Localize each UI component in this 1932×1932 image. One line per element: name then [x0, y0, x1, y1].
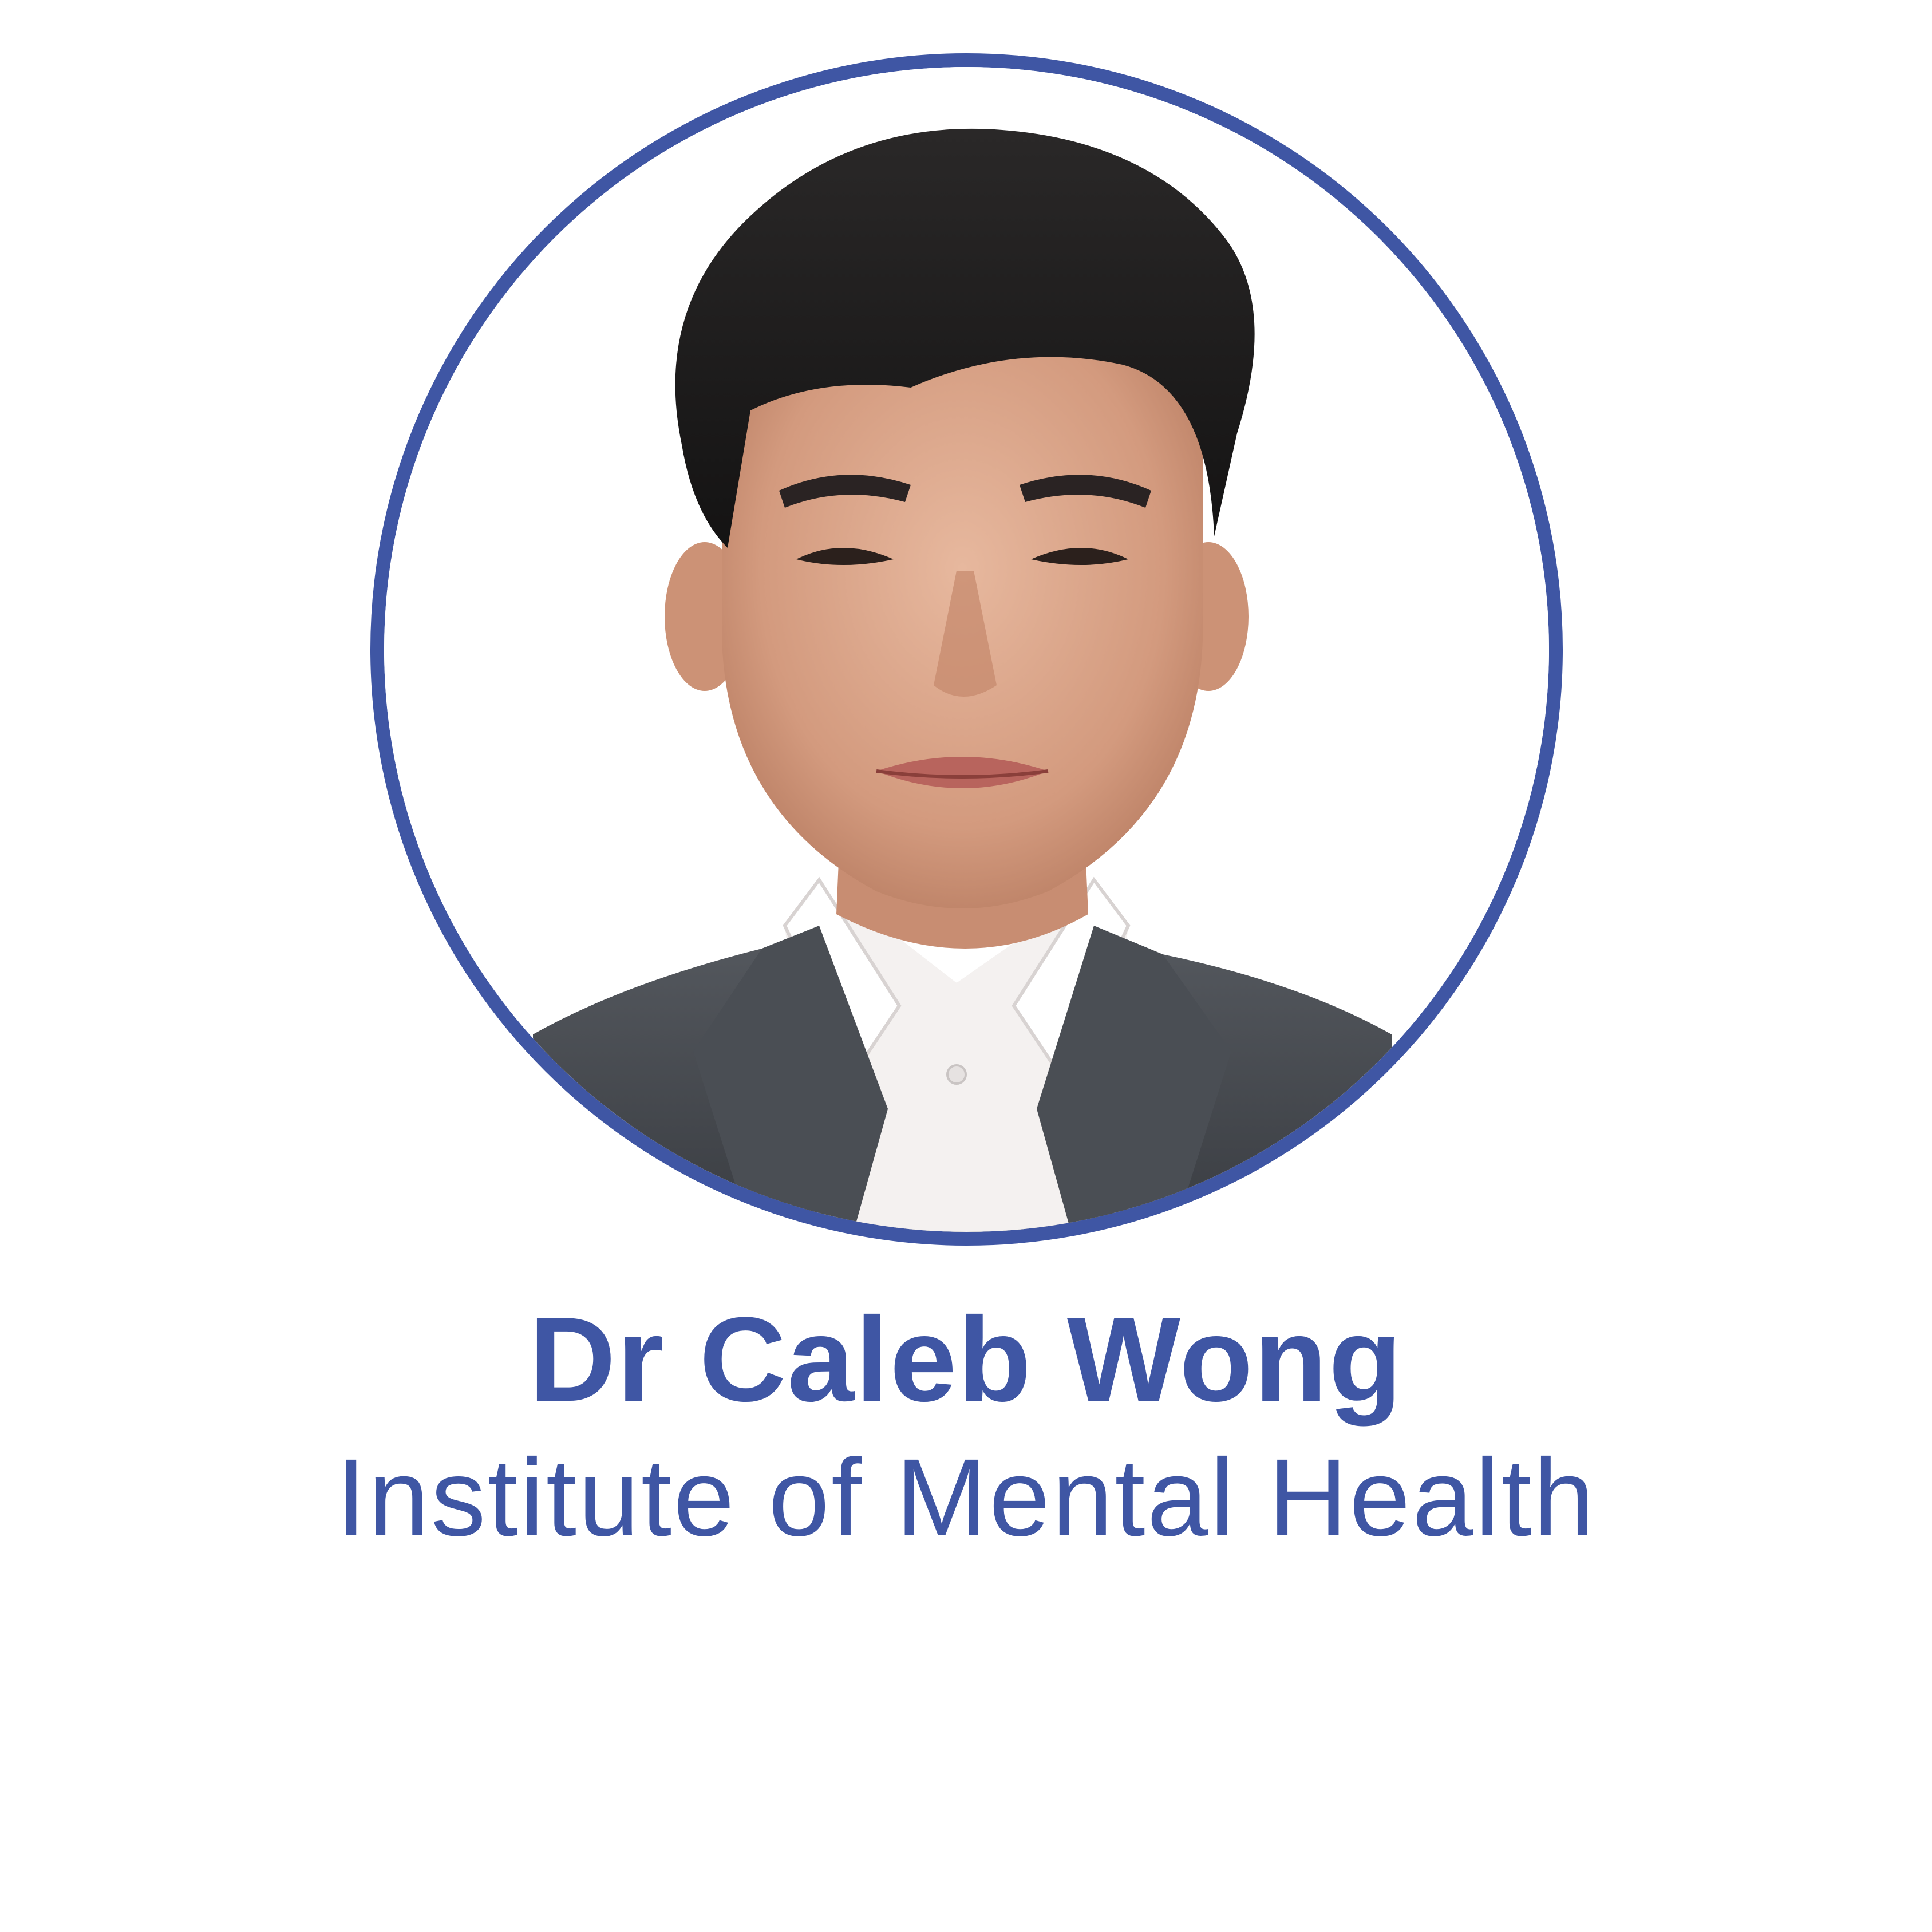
person-portrait-icon	[384, 67, 1549, 1232]
profile-photo	[384, 67, 1549, 1232]
person-affiliation: Institute of Mental Health	[335, 1436, 1597, 1559]
person-name: Dr Caleb Wong	[528, 1292, 1404, 1427]
profile-photo-frame	[370, 53, 1563, 1246]
